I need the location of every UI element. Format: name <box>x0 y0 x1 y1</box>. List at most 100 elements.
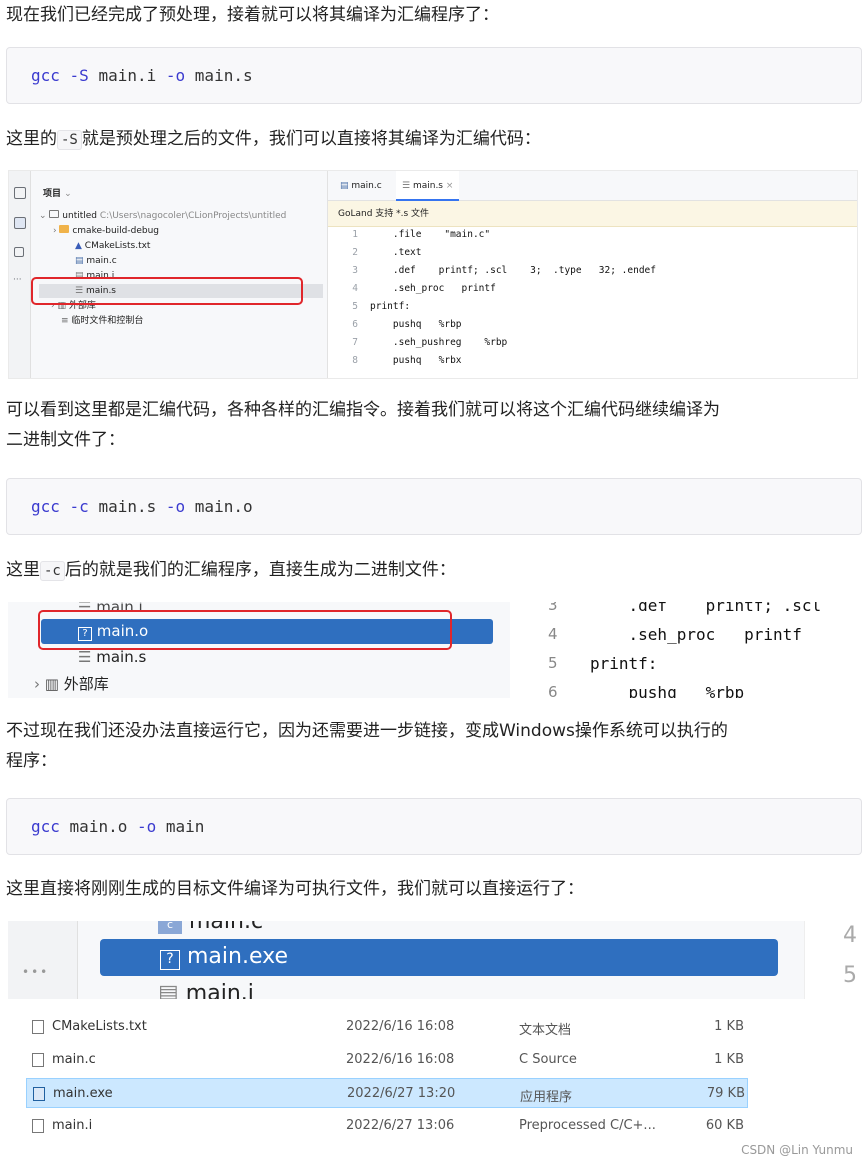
code-flag: -S <box>69 66 89 85</box>
line-number: 5 <box>843 963 857 988</box>
unknown-file-icon: ? <box>160 950 180 970</box>
code-line: pushq %rbx <box>370 355 462 366</box>
folder-icon <box>14 217 26 229</box>
ide-screenshot-main-exe: ••• c main.c ? main.exe ▤ main.i 4 5 <box>8 921 858 999</box>
exe-file-icon <box>33 1087 45 1101</box>
ide-tool-rail: ··· <box>9 171 31 378</box>
code-block-gcc-link: gcc main.o -o main <box>6 798 862 855</box>
tab-main-s[interactable]: ☰ main.s × <box>396 171 460 201</box>
code-arg: main.s <box>194 66 253 85</box>
more-icon: ··· <box>13 275 22 285</box>
file-row-selected[interactable]: main.exe 2022/6/27 13:20 应用程序 79 KB <box>26 1078 748 1108</box>
tree-item-cmake-build-debug[interactable]: › cmake-build-debug <box>53 224 159 238</box>
paragraph-asm-explain: 可以看到这里都是汇编代码，各种各样的汇编指令。接着我们就可以将这个汇编代码继续编… <box>6 395 720 455</box>
code-block-gcc-S: gcc -S main.i -o main.s <box>6 47 862 104</box>
inline-code: -S <box>57 130 82 150</box>
library-icon: ▥ <box>44 675 59 693</box>
code-arg: main.o <box>194 497 253 516</box>
line-number: 2 <box>352 247 358 258</box>
ide-tool-rail: ••• <box>8 921 78 999</box>
editor-tabs: ▤ main.c ☰ main.s × <box>328 171 857 201</box>
code-flag: -o <box>165 66 186 85</box>
plugin-banner: GoLand 支持 *.s 文件 <box>328 201 857 227</box>
file-row[interactable]: main.c 2022/6/16 16:08 C Source 1 KB <box>26 1045 748 1075</box>
scratches-icon: ≡ <box>61 316 69 326</box>
file-size: 60 KB <box>705 1118 744 1133</box>
para-text: 后的就是我们的汇编程序，直接生成为二进制文件： <box>64 560 456 580</box>
file-size: 1 KB <box>714 1019 744 1034</box>
line-number: 4 <box>548 625 558 643</box>
tree-item-scratches[interactable]: ≡ 临时文件和控制台 <box>61 314 143 328</box>
close-icon[interactable]: × <box>446 181 454 191</box>
line-number: 7 <box>352 337 358 348</box>
text-file-icon: ☰ <box>402 181 411 191</box>
file-date: 2022/6/16 16:08 <box>346 1052 455 1067</box>
file-type: 文本文档 <box>519 1023 572 1038</box>
code-cmd: gcc <box>31 66 60 85</box>
code-arg: main.i <box>98 66 157 85</box>
tree-item-cmakelists[interactable]: ▲ CMakeLists.txt <box>75 239 150 253</box>
tree-item-main-s[interactable]: ☰ main.s <box>78 648 146 666</box>
text-file-icon: ☰ <box>78 648 92 666</box>
file-name: main.c <box>52 1052 96 1067</box>
file-name: main.i <box>52 1118 93 1133</box>
file-row[interactable]: CMakeLists.txt 2022/6/16 16:08 文本文档 1 KB <box>26 1012 748 1042</box>
file-date: 2022/6/16 16:08 <box>346 1019 455 1034</box>
file-icon: ▤ <box>158 981 179 999</box>
code-arg: main.s <box>98 497 157 516</box>
c-file-icon: c <box>158 921 182 934</box>
para-text: 这里 <box>6 560 40 580</box>
ide-screenshot-main-s: ··· 项目 ⌄ ⌄ untitled C:\Users\nagocoler\C… <box>8 170 858 379</box>
text-file-icon <box>32 1020 44 1034</box>
line-number: 6 <box>548 683 558 698</box>
paragraph-exe-explain: 这里直接将刚刚生成的目标文件编译为可执行文件，我们就可以直接运行了： <box>6 879 584 899</box>
file-name: CMakeLists.txt <box>52 1019 147 1034</box>
code-line: .seh_proc printf <box>590 625 802 644</box>
code-flag: -o <box>165 497 186 516</box>
ide-screenshot-main-o: ☰ main.i ? main.o ☰ main.s › ▥ 外部库 3 .de… <box>8 602 858 698</box>
code-line: .text <box>370 247 422 258</box>
file-icon <box>32 1119 44 1133</box>
code-arg: main.o <box>69 817 128 836</box>
code-line: .seh_pushreg %rbp <box>370 337 508 348</box>
tree-root[interactable]: ⌄ untitled C:\Users\nagocoler\CLionProje… <box>39 209 286 223</box>
code-cmd: gcc <box>31 497 60 516</box>
code-line: pushq %rbp <box>590 683 745 698</box>
tree-item-main-exe-label: ? main.exe <box>160 944 288 970</box>
para-line: 可以看到这里都是汇编代码，各种各样的汇编指令。接着我们就可以将这个汇编代码继续编… <box>6 400 720 420</box>
code-flag: -c <box>69 497 89 516</box>
folder-icon <box>49 210 60 218</box>
para-line: 不过现在我们还没办法直接运行它，因为还需要进一步链接，变成Windows操作系统… <box>6 721 728 741</box>
tree-item-main-c[interactable]: c main.c <box>158 921 263 934</box>
line-number: 3 <box>548 602 558 614</box>
tree-item-main-c[interactable]: ▤ main.c <box>75 254 117 268</box>
line-number: 1 <box>352 229 358 240</box>
paragraph-c-explain: 这里 -c 后的就是我们的汇编程序，直接生成为二进制文件： <box>6 555 456 586</box>
code-line: .def printf; .scl <box>590 602 822 615</box>
line-number: 6 <box>352 319 358 330</box>
inline-code: -c <box>40 561 65 581</box>
file-row[interactable]: main.i 2022/6/27 13:06 Preprocessed C/C+… <box>26 1111 748 1141</box>
file-date: 2022/6/27 13:06 <box>346 1118 455 1133</box>
tree-item-external-libs[interactable]: › ▥ 外部库 <box>34 673 109 694</box>
para-text: 这里的 <box>6 129 57 149</box>
tree-item-main-i[interactable]: ▤ main.i <box>158 981 254 999</box>
code-arg: main <box>165 817 205 836</box>
paragraph-link-explain: 不过现在我们还没办法直接运行它，因为还需要进一步链接，变成Windows操作系统… <box>6 716 728 776</box>
file-date: 2022/6/27 13:20 <box>347 1086 456 1101</box>
code-line: printf: <box>370 301 411 312</box>
highlight-box <box>38 610 452 650</box>
code-line: printf: <box>590 654 658 673</box>
folder-icon <box>59 225 70 233</box>
para-line: 二进制文件了： <box>6 430 125 450</box>
line-number: 4 <box>352 283 358 294</box>
cmake-icon: ▲ <box>75 241 82 251</box>
file-size: 79 KB <box>706 1086 745 1101</box>
line-number: 4 <box>843 923 857 948</box>
code-flag: -o <box>136 817 157 836</box>
c-file-icon: ▤ <box>340 181 349 191</box>
tab-main-c[interactable]: ▤ main.c <box>334 171 388 201</box>
paragraph-S-explain: 这里的 -S 就是预处理之后的文件，我们可以直接将其编译为汇编代码： <box>6 124 541 155</box>
highlight-box <box>31 277 303 305</box>
editor-gutter: 4 5 <box>804 921 858 999</box>
